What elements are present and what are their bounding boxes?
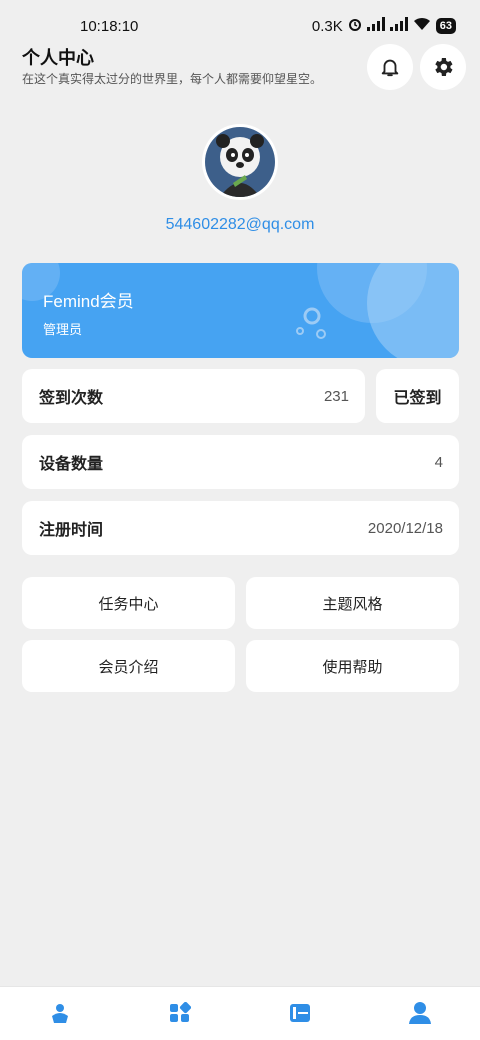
avatar[interactable] — [202, 124, 278, 200]
device-count-label: 设备数量 — [39, 456, 104, 473]
gear-icon — [435, 58, 453, 76]
membership-role: 管理员 — [43, 322, 83, 337]
page-header: 个人中心 在这个真实得太过分的世界里，每个人都需要仰望星空。 — [22, 46, 362, 88]
panda-avatar-icon — [205, 127, 275, 197]
page-title: 个人中心 — [22, 48, 94, 68]
home-icon — [52, 1004, 68, 1023]
status-bar: 10:18:10 0.3K 63 — [0, 0, 480, 40]
wifi-icon — [413, 17, 431, 35]
nav-list[interactable] — [288, 1001, 312, 1025]
signal-icon-2 — [389, 17, 408, 35]
membership-title: Femind会员 — [43, 292, 134, 311]
help-button[interactable]: 使用帮助 — [246, 640, 459, 692]
page-subtitle: 在这个真实得太过分的世界里，每个人都需要仰望星空。 — [22, 72, 323, 86]
network-speed: 0.3K — [311, 17, 343, 35]
status-time: 10:18:10 — [80, 18, 139, 35]
device-count-value: 4 — [434, 453, 443, 471]
status-icons: 0.3K 63 — [312, 17, 456, 35]
battery-indicator: 63 — [435, 18, 456, 34]
nav-home[interactable] — [48, 1001, 72, 1025]
member-intro-button[interactable]: 会员介绍 — [22, 640, 235, 692]
bottom-nav — [0, 986, 480, 1040]
settings-button[interactable] — [420, 44, 466, 90]
checkin-count-value: 231 — [323, 387, 349, 405]
device-count-row: 设备数量 4 — [22, 435, 459, 489]
checkin-button[interactable]: 已签到 — [376, 369, 459, 423]
checkin-button-label: 已签到 — [393, 390, 442, 407]
signal-icon — [366, 17, 385, 35]
nav-apps[interactable] — [168, 1001, 192, 1025]
notification-button[interactable] — [367, 44, 413, 90]
nav-profile[interactable] — [408, 1001, 432, 1025]
register-time-label: 注册时间 — [39, 522, 104, 539]
membership-card[interactable]: Femind会员 管理员 — [22, 263, 459, 358]
user-email[interactable]: 544602282@qq.com — [0, 216, 480, 234]
register-time-row: 注册时间 2020/12/18 — [22, 501, 459, 555]
list-icon — [290, 1004, 310, 1022]
theme-style-button[interactable]: 主题风格 — [246, 577, 459, 629]
bell-icon — [381, 59, 399, 77]
alarm-icon — [348, 17, 362, 35]
task-center-button[interactable]: 任务中心 — [22, 577, 235, 629]
apps-icon — [170, 1002, 191, 1022]
checkin-count-label: 签到次数 — [39, 390, 104, 407]
checkin-count-row: 签到次数 231 — [22, 369, 365, 423]
register-time-value: 2020/12/18 — [367, 519, 443, 537]
profile-icon — [409, 1002, 431, 1024]
